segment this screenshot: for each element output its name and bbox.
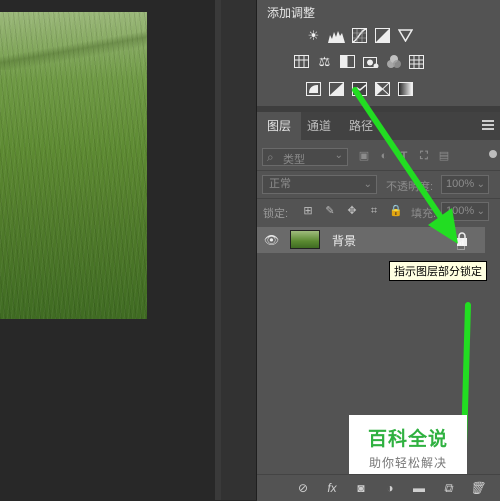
layer-name: 背景: [332, 234, 357, 248]
layer-filter-select[interactable]: ⌕ 类型 ⌄: [262, 148, 348, 166]
lock-tooltip: 指示图层部分锁定: [389, 261, 487, 281]
watermark-title: 百科全说: [367, 429, 448, 450]
layers-bottom-bar: ⊘ fx ◙ ◑ ▬ ⧉ 🗑: [257, 474, 500, 501]
type-filter-icon[interactable]: T: [397, 148, 411, 164]
filter-toggle[interactable]: [489, 150, 497, 158]
brightness-icon[interactable]: ☀: [305, 27, 322, 44]
pixel-filter-icon[interactable]: ▣: [357, 148, 371, 164]
chevron-down-icon: ⌄: [334, 150, 343, 161]
fill-value: 100%: [446, 205, 475, 217]
hue-saturation-icon[interactable]: [293, 53, 310, 70]
adjustments-row-3: [305, 80, 414, 97]
layers-tab-bar: 图层 通道 路径: [257, 112, 500, 140]
panel-menu-icon[interactable]: [482, 120, 494, 130]
grass-image: [0, 12, 147, 319]
fill-field[interactable]: 100% ⌄: [441, 202, 489, 221]
new-group-icon[interactable]: ▬: [411, 480, 427, 496]
posterize-icon[interactable]: [328, 80, 345, 97]
new-adjustment-layer-icon[interactable]: ◑: [382, 480, 398, 496]
adjustments-row-2: ⚖: [293, 53, 425, 70]
lock-transparency-icon[interactable]: ⊞: [301, 204, 315, 218]
exposure-icon[interactable]: [374, 27, 391, 44]
add-mask-icon[interactable]: ◙: [353, 480, 369, 496]
vibrance-icon[interactable]: [397, 27, 414, 44]
threshold-icon[interactable]: [351, 80, 368, 97]
search-icon: ⌕: [267, 150, 274, 164]
trash-icon[interactable]: 🗑: [469, 480, 485, 496]
filter-icons: ▣ ◐ T ⛶ ▤: [357, 148, 451, 164]
color-balance-icon[interactable]: ⚖: [316, 53, 333, 70]
adjustments-row-1: ☀: [305, 27, 414, 44]
opacity-label: 不透明度:: [386, 181, 434, 193]
chevron-down-icon: ⌄: [363, 179, 372, 190]
lock-icons: ⊞ ✎ ✥ ⌗ 🔒: [301, 204, 403, 218]
layer-row-background[interactable]: 👁 背景: [257, 227, 485, 253]
selective-color-icon[interactable]: [374, 80, 391, 97]
layer-thumbnail: [290, 230, 320, 249]
adjustment-filter-icon[interactable]: ◐: [377, 148, 391, 164]
color-lookup-icon[interactable]: [408, 53, 425, 70]
document-canvas[interactable]: [0, 0, 215, 500]
layer-actions: ⊘ fx ◙ ◑ ▬ ⧉ 🗑: [295, 480, 485, 496]
hand-cursor-icon: ☝: [456, 237, 466, 254]
watermark-subtitle: 助你轻松解决: [368, 456, 447, 470]
adjustments-title: 添加调整: [267, 6, 316, 20]
new-layer-icon[interactable]: ⧉: [440, 480, 456, 496]
shape-filter-icon[interactable]: ⛶: [417, 148, 431, 164]
levels-icon[interactable]: [328, 27, 345, 44]
filter-type-label: 类型: [283, 154, 305, 166]
lock-label: 锁定:: [263, 208, 289, 220]
eye-icon[interactable]: 👁: [264, 233, 279, 247]
link-layers-icon[interactable]: ⊘: [295, 480, 311, 496]
divider: [257, 198, 500, 199]
tab-paths[interactable]: 路径: [339, 112, 383, 140]
tab-layers[interactable]: 图层: [257, 112, 302, 140]
lock-artboard-icon[interactable]: ⌗: [367, 204, 381, 218]
black-white-icon[interactable]: [339, 53, 356, 70]
lock-position-icon[interactable]: ✥: [345, 204, 359, 218]
watermark: 百科全说 助你轻松解决: [349, 415, 467, 475]
photo-filter-icon[interactable]: [362, 53, 379, 70]
blend-mode-select[interactable]: 正常 ⌄: [262, 175, 377, 194]
lock-all-icon[interactable]: 🔒: [389, 204, 403, 218]
invert-icon[interactable]: [305, 80, 322, 97]
smart-object-filter-icon[interactable]: ▤: [437, 148, 451, 164]
curves-icon[interactable]: [351, 27, 368, 44]
opacity-field[interactable]: 100% ⌄: [441, 175, 489, 194]
divider: [257, 170, 500, 171]
chevron-down-icon: ⌄: [476, 206, 485, 217]
gradient-map-icon[interactable]: [397, 80, 414, 97]
fill-label: 填充:: [411, 208, 437, 220]
fx-icon[interactable]: fx: [324, 480, 340, 496]
lock-pixels-icon[interactable]: ✎: [323, 204, 337, 218]
collapsed-panel-column: [221, 0, 256, 500]
blend-mode-value: 正常: [269, 178, 291, 190]
channel-mixer-icon[interactable]: [385, 53, 402, 70]
tab-channels[interactable]: 通道: [297, 112, 341, 140]
chevron-down-icon: ⌄: [476, 179, 485, 190]
opacity-value: 100%: [446, 178, 475, 190]
